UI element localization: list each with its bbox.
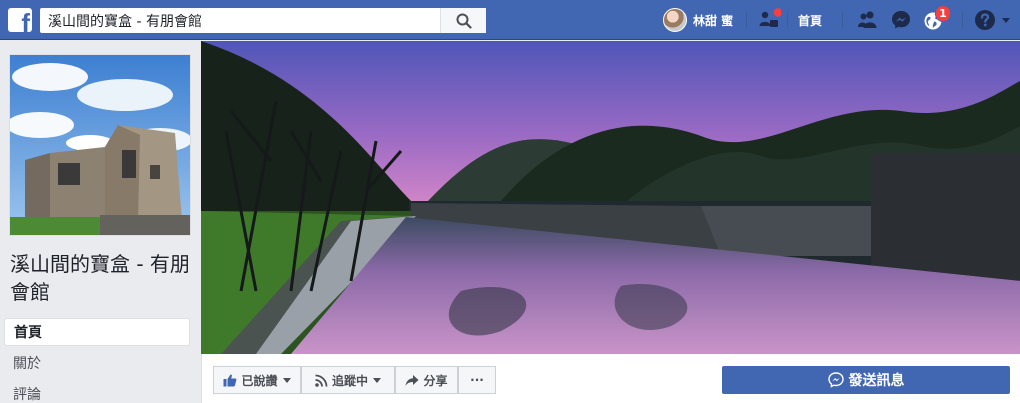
nav-divider <box>787 12 788 28</box>
profile-link[interactable]: 林甜 蜜 <box>663 8 733 32</box>
page-actions-bar: 已說讚 追蹤中 分享 ··· 發送訊息 <box>201 354 1020 403</box>
account-menu-caret-icon[interactable] <box>1002 18 1010 23</box>
messenger-icon <box>827 372 844 388</box>
follow-button[interactable]: 追蹤中 <box>301 366 395 394</box>
more-options-button[interactable]: ··· <box>458 366 496 394</box>
rss-feed-icon <box>315 374 328 387</box>
facebook-logo-icon[interactable]: f <box>8 8 32 32</box>
profile-photo-image <box>10 55 190 235</box>
send-message-button[interactable]: 發送訊息 <box>722 366 1010 394</box>
like-button-label: 已說讚 <box>241 373 278 388</box>
page-title: 溪山間的寶盒 - 有朋會館 <box>10 252 190 304</box>
home-link[interactable]: 首頁 <box>798 12 822 29</box>
search-box <box>40 8 486 33</box>
like-button[interactable]: 已說讚 <box>213 366 301 394</box>
help-icon[interactable] <box>973 8 997 32</box>
send-message-label: 發送訊息 <box>848 373 905 389</box>
cover-photo-image <box>201 41 1020 354</box>
cover-photo[interactable] <box>201 41 1020 354</box>
follow-button-label: 追蹤中 <box>331 373 368 388</box>
sidebar-item-home[interactable]: 首頁 <box>4 318 190 346</box>
sidebar-item-reviews[interactable]: 評論 <box>4 381 190 403</box>
more-options-label: ··· <box>470 373 484 387</box>
notification-count-badge: 1 <box>935 5 951 22</box>
share-button-label: 分享 <box>423 373 448 388</box>
nav-divider <box>746 12 747 28</box>
messenger-icon[interactable] <box>889 8 913 32</box>
avatar <box>663 8 687 32</box>
page-profile-picture[interactable] <box>9 54 191 236</box>
nav-divider <box>962 12 963 28</box>
follow-options-caret-icon[interactable] <box>373 377 381 383</box>
friend-requests-icon[interactable] <box>856 8 880 32</box>
thumbs-up-icon <box>223 374 237 387</box>
share-arrow-icon <box>405 374 419 386</box>
search-button[interactable] <box>440 8 486 33</box>
top-navigation-bar: f 林甜 蜜 首頁 1 <box>0 0 1020 40</box>
user-name: 林甜 蜜 <box>693 13 734 28</box>
share-button[interactable]: 分享 <box>395 366 458 394</box>
find-friends-icon[interactable] <box>757 8 781 32</box>
like-options-caret-icon[interactable] <box>282 377 291 383</box>
search-input[interactable] <box>40 8 440 33</box>
sidebar-item-about[interactable]: 關於 <box>4 350 190 378</box>
nav-divider <box>842 12 843 28</box>
search-icon <box>456 13 472 29</box>
